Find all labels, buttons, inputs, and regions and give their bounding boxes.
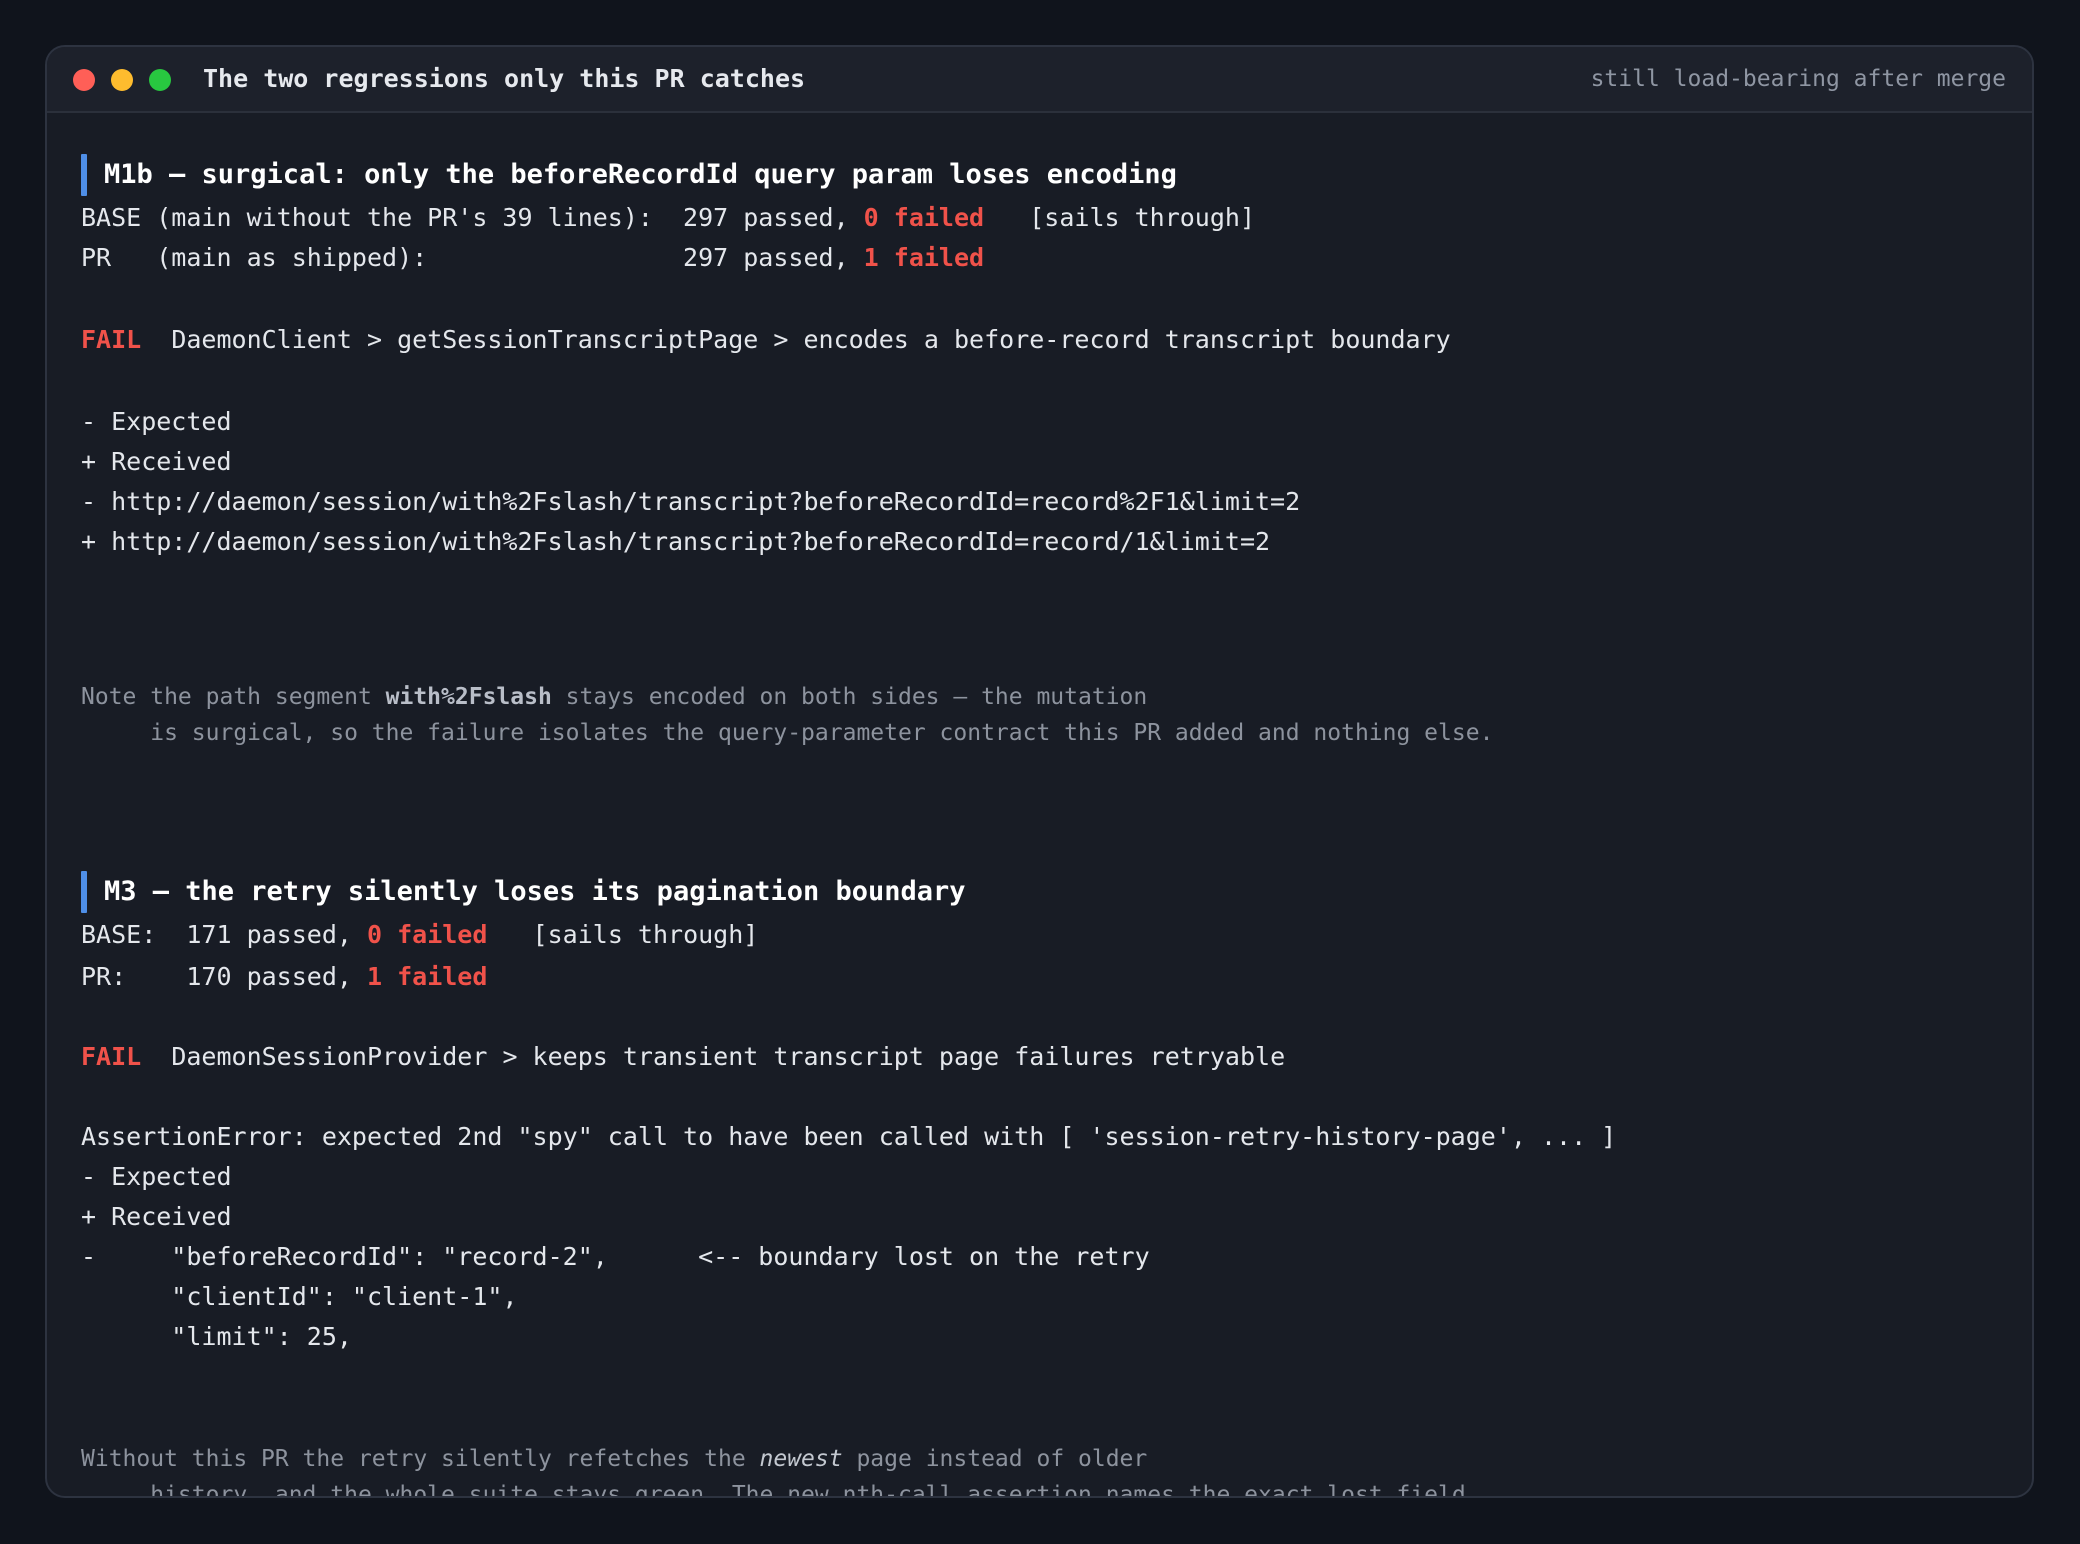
diff-line: "clientId": "client-1", — [81, 1282, 518, 1311]
window-title: The two regressions only this PR catches — [203, 64, 806, 93]
minimize-window-button[interactable] — [111, 69, 133, 91]
close-window-button[interactable] — [73, 69, 95, 91]
pr-result-text: PR (main as shipped): 297 passed, — [81, 243, 864, 272]
title-bar: The two regressions only this PR catches… — [47, 47, 2032, 113]
window-subtitle: still load-bearing after merge — [1590, 66, 2006, 92]
note-text: page instead of older — [842, 1446, 1148, 1472]
pr-result-text: PR: 170 passed, — [81, 962, 367, 991]
diff-line: "limit": 25, — [81, 1322, 352, 1351]
fail-line: FAIL DaemonClient > getSessionTranscript… — [81, 325, 1451, 355]
base-failed-count: 0 failed — [366, 920, 488, 949]
note-emphasis: newest — [759, 1446, 843, 1472]
note-emphasis: with%2Fslash — [385, 684, 552, 710]
terminal-output: M1b — surgical: only the beforeRecordId … — [47, 113, 2032, 1496]
base-result-line: BASE (main without the PR's 39 lines): 2… — [81, 203, 1255, 233]
note-text: Without this PR the retry silently refet… — [81, 1446, 760, 1472]
explanation-note-continued: is surgical, so the failure isolates the… — [81, 720, 1494, 746]
diff-line: + Received — [81, 447, 232, 476]
explanation-note: Without this PR the retry silently refet… — [81, 1441, 1147, 1477]
base-status-note: [sails through] — [984, 203, 1256, 232]
note-text: stays encoded on both sides — the mutati… — [551, 684, 1148, 710]
assertion-error-line: AssertionError: expected 2nd "spy" call … — [81, 1122, 1617, 1151]
pr-failed-count: 1 failed — [366, 962, 488, 991]
fail-line: FAIL DaemonSessionProvider > keeps trans… — [81, 1042, 1285, 1072]
explanation-note-continued: history, and the whole suite stays green… — [81, 1482, 1480, 1498]
base-result-line: BASE: 171 passed, 0 failed [sails throug… — [81, 920, 758, 950]
section-accent-bar — [81, 871, 87, 913]
diff-line: - "beforeRecordId": "record-2", <-- boun… — [81, 1242, 1150, 1271]
pr-failed-count: 1 failed — [863, 243, 985, 272]
base-result-text: BASE: 171 passed, — [81, 920, 367, 949]
diff-line: + Received — [81, 1202, 232, 1231]
failed-test-name: DaemonClient > getSessionTranscriptPage … — [141, 325, 1451, 354]
diff-line: - http://daemon/session/with%2Fslash/tra… — [81, 487, 1301, 516]
base-result-text: BASE (main without the PR's 39 lines): 2… — [81, 203, 864, 232]
maximize-window-button[interactable] — [149, 69, 171, 91]
fail-tag: FAIL — [81, 1042, 142, 1071]
section-accent-bar — [81, 154, 87, 196]
diff-line: + http://daemon/session/with%2Fslash/tra… — [81, 527, 1271, 556]
fail-tag: FAIL — [81, 325, 142, 354]
failed-test-name: DaemonSessionProvider > keeps transient … — [141, 1042, 1286, 1071]
section-title: M1b — surgical: only the beforeRecordId … — [104, 159, 1177, 190]
note-text: Note the path segment — [81, 684, 386, 710]
pr-result-line: PR (main as shipped): 297 passed, 1 fail… — [81, 243, 984, 273]
base-failed-count: 0 failed — [863, 203, 985, 232]
base-status-note: [sails through] — [487, 920, 759, 949]
explanation-note: Note the path segment with%2Fslash stays… — [81, 679, 1147, 715]
diff-line: - Expected — [81, 407, 232, 436]
diff-line: - Expected — [81, 1162, 232, 1191]
section-title: M3 — the retry silently loses its pagina… — [104, 876, 966, 907]
pr-result-line: PR: 170 passed, 1 failed — [81, 962, 487, 992]
terminal-window: The two regressions only this PR catches… — [45, 45, 2034, 1498]
